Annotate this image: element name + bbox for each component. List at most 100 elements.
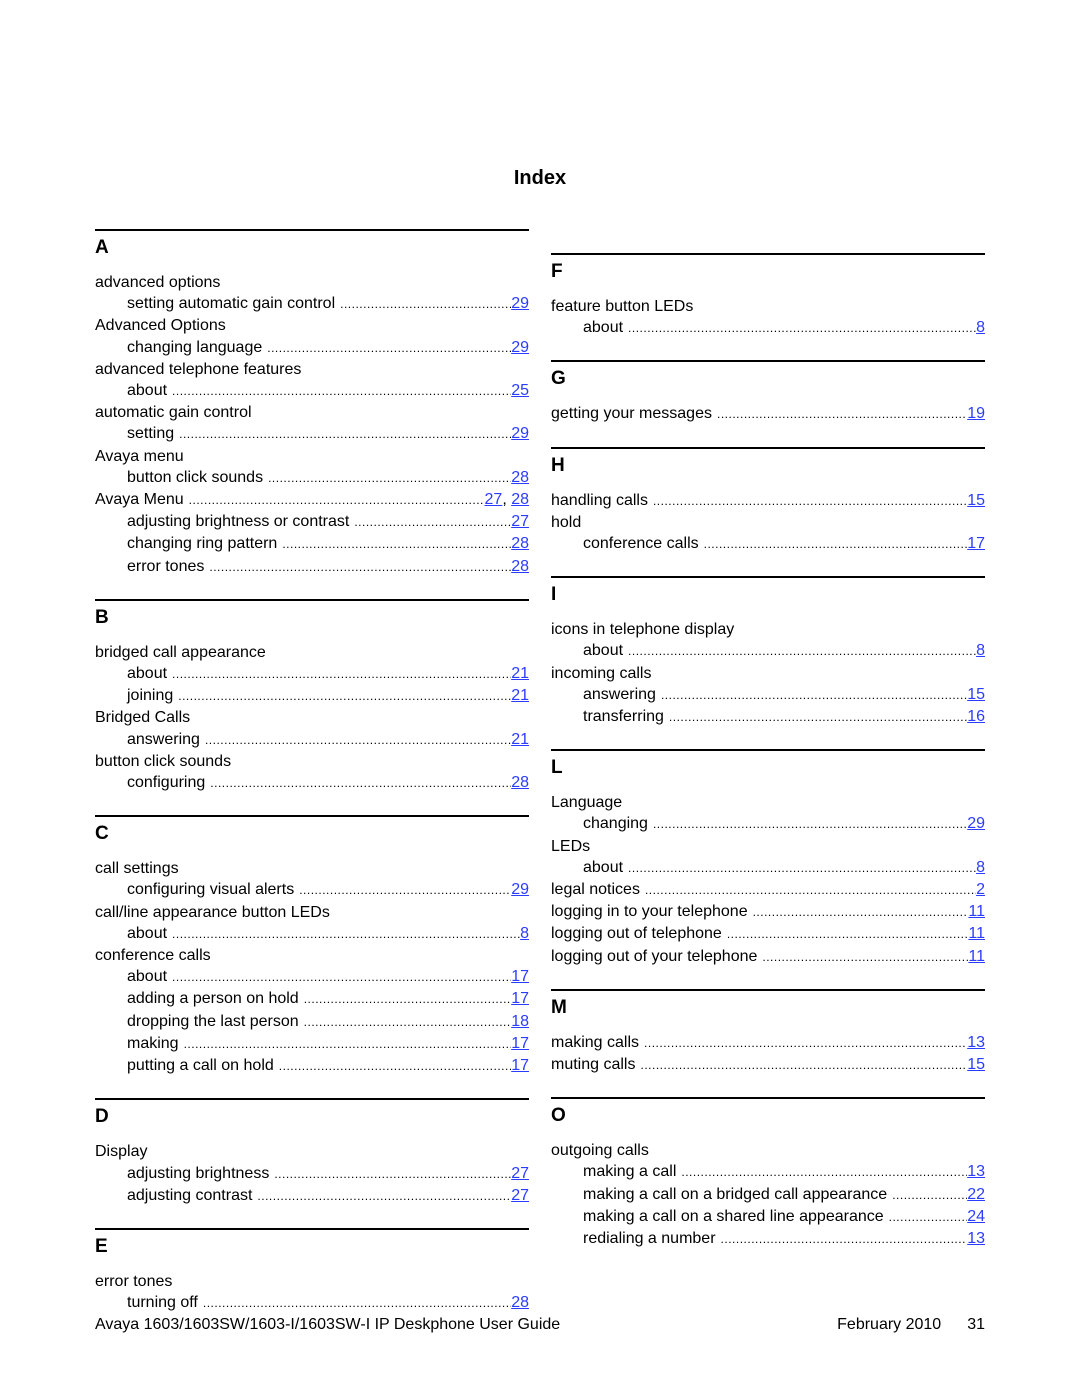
- page-link[interactable]: 11: [968, 925, 985, 942]
- page-link[interactable]: 28: [511, 491, 529, 508]
- page-link[interactable]: 8: [520, 925, 529, 942]
- page-link[interactable]: 29: [511, 295, 529, 312]
- page-link[interactable]: 28: [511, 469, 529, 486]
- page-link[interactable]: 27: [485, 491, 503, 508]
- index-subentry: about 25: [95, 380, 529, 402]
- page-refs: 8: [976, 857, 985, 878]
- entry-term: answering: [127, 730, 200, 748]
- page-link[interactable]: 15: [967, 1056, 985, 1073]
- index-subentry: setting 29: [95, 423, 529, 445]
- dot-leader: [727, 924, 969, 945]
- section-letter: B: [95, 606, 109, 628]
- index-subentry: about 8: [551, 317, 985, 339]
- entry-term: getting your messages: [551, 405, 712, 423]
- index-entry: conference calls: [95, 945, 529, 966]
- entry-term: logging out of your telephone: [551, 947, 758, 965]
- page-link[interactable]: 21: [511, 731, 529, 748]
- entry-term: bridged call appearance: [95, 643, 266, 661]
- entry-term: setting: [127, 425, 175, 443]
- entry-term: Language: [551, 794, 623, 812]
- entry-term: about: [583, 642, 624, 660]
- page-link[interactable]: 28: [511, 535, 529, 552]
- entry-term: transferring: [583, 708, 664, 726]
- page-link[interactable]: 21: [511, 665, 529, 682]
- dot-leader: [661, 685, 967, 706]
- page-footer: Avaya 1603/1603SW/1603-I/1603SW-I IP Des…: [95, 1315, 985, 1335]
- page-link[interactable]: 11: [968, 948, 985, 965]
- dot-leader: [628, 858, 976, 879]
- page-link[interactable]: 29: [511, 425, 529, 442]
- page-link[interactable]: 11: [968, 903, 985, 920]
- page-link[interactable]: 8: [976, 642, 985, 659]
- page-link[interactable]: 19: [967, 405, 985, 422]
- page-refs: 29: [511, 293, 529, 314]
- index-entry: Display: [95, 1141, 529, 1162]
- page-link[interactable]: 27: [511, 1187, 529, 1204]
- page-link[interactable]: 21: [511, 687, 529, 704]
- page-link[interactable]: 13: [967, 1230, 985, 1247]
- page-link[interactable]: 27: [511, 1165, 529, 1182]
- dot-leader: [644, 1033, 967, 1054]
- page-link[interactable]: 29: [967, 815, 985, 832]
- page-link[interactable]: 25: [511, 382, 529, 399]
- page-link[interactable]: 24: [967, 1208, 985, 1225]
- index-section-g: Ggetting your messages 19: [551, 360, 985, 425]
- entry-term: making a call on a bridged call appearan…: [583, 1185, 888, 1203]
- entry-term: answering: [583, 685, 656, 703]
- entry-term: advanced options: [95, 274, 221, 291]
- section-divider: [95, 229, 529, 231]
- page-link[interactable]: 22: [967, 1186, 985, 1203]
- entry-term: joining: [127, 687, 174, 705]
- page-link[interactable]: 28: [511, 558, 529, 575]
- entry-term: advanced telephone features: [95, 360, 302, 378]
- page-link[interactable]: 15: [967, 492, 985, 509]
- page-link[interactable]: 17: [511, 990, 529, 1007]
- page-title: Index: [513, 167, 567, 189]
- page-link[interactable]: 15: [967, 686, 985, 703]
- page-refs: 15: [967, 490, 985, 511]
- entry-term: call settings: [95, 860, 179, 878]
- entry-term: conference calls: [583, 535, 699, 553]
- index-subentry: answering 21: [95, 729, 529, 751]
- page-refs: 29: [511, 879, 529, 900]
- page-link[interactable]: 17: [967, 535, 985, 552]
- page-link[interactable]: 13: [967, 1034, 985, 1051]
- page-link[interactable]: 29: [511, 339, 529, 356]
- page-link[interactable]: 13: [967, 1163, 985, 1180]
- page-refs: 11: [968, 946, 985, 967]
- page-refs: 8: [976, 317, 985, 338]
- index-subentry: transferring 16: [551, 706, 985, 728]
- page-link[interactable]: 29: [511, 881, 529, 898]
- page-link[interactable]: 27: [511, 513, 529, 530]
- page-link[interactable]: 8: [976, 859, 985, 876]
- page-link[interactable]: 28: [511, 1294, 529, 1311]
- page-refs: 28: [511, 772, 529, 793]
- dot-leader: [205, 730, 511, 751]
- section-divider: [95, 598, 529, 601]
- section-letter: D: [95, 1106, 109, 1128]
- page-link[interactable]: 28: [511, 774, 529, 791]
- page-link[interactable]: 8: [976, 319, 985, 336]
- index-subentry: about 17: [95, 966, 529, 988]
- page-refs: 27: [511, 1163, 529, 1184]
- dot-leader: [268, 468, 511, 489]
- index-section-b: Bbridged call appearance about 21 joining 21…: [95, 598, 529, 794]
- section-letter: H: [551, 454, 565, 476]
- page-link[interactable]: 17: [511, 1035, 529, 1052]
- page-link[interactable]: 17: [511, 968, 529, 985]
- page-refs: 27, 28: [485, 489, 529, 510]
- page-refs: 21: [511, 663, 529, 684]
- page-refs: 18: [511, 1011, 529, 1032]
- section-letter: A: [95, 237, 109, 258]
- dot-leader: [179, 424, 511, 445]
- index-section-f: Ffeature button LEDs about 8: [551, 253, 985, 339]
- index-subentry: conference calls 17: [551, 533, 985, 555]
- entry-term: adjusting brightness or contrast: [127, 513, 350, 531]
- dot-leader: [340, 294, 511, 315]
- dot-leader: [889, 1207, 968, 1228]
- page-link[interactable]: 16: [967, 708, 985, 725]
- page-link[interactable]: 2: [976, 881, 985, 898]
- page-refs: 15: [967, 684, 985, 705]
- page-link[interactable]: 17: [511, 1057, 529, 1074]
- page-link[interactable]: 18: [511, 1013, 529, 1030]
